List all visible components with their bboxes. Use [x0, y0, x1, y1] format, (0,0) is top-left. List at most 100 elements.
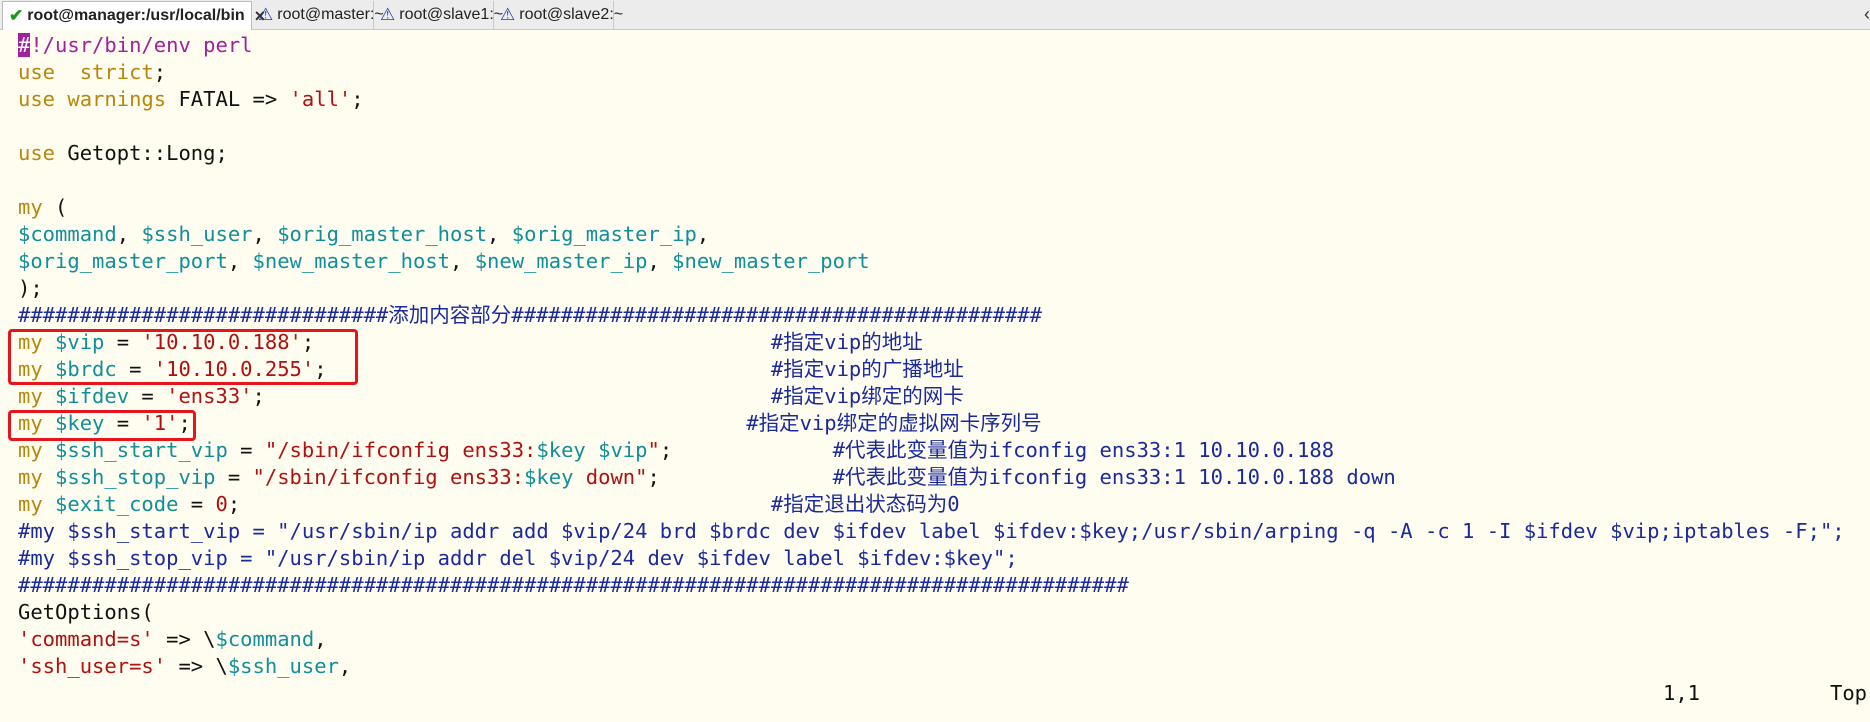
- code-line: #my $ssh_stop_vip = "/usr/sbin/ip addr d…: [18, 545, 1018, 572]
- code-token: );: [18, 276, 43, 300]
- code-token: => \: [153, 627, 216, 651]
- code-token: ,: [338, 654, 352, 678]
- code-line: GetOptions(: [18, 599, 154, 626]
- cursor-position: 1,1: [1663, 681, 1701, 705]
- code-token: => \: [166, 654, 228, 678]
- code-token: 绑定的网卡: [861, 384, 964, 408]
- tab-title: root@manager:/usr/local/bin: [27, 7, 245, 24]
- code-token: =: [129, 384, 167, 408]
- code-token: GetOptions(: [18, 600, 154, 624]
- code-token: $exit_code: [55, 492, 179, 516]
- code-token: my: [18, 195, 43, 219]
- code-token: $key: [536, 438, 586, 462]
- code-token: $ssh_user: [141, 222, 253, 246]
- code-token: $ssh_start_vip: [55, 438, 228, 462]
- code-token: 指定退出状态码为: [783, 492, 948, 516]
- code-token: #: [770, 330, 784, 354]
- code-token: use: [18, 141, 56, 165]
- code-line: my $ssh_stop_vip = "/sbin/ifconfig ens33…: [18, 464, 1396, 491]
- code-token: my: [18, 384, 43, 408]
- code-token: ,: [116, 222, 142, 246]
- code-token: ,: [450, 249, 475, 273]
- code-token: vip: [824, 357, 862, 381]
- code-token: ;: [227, 492, 241, 516]
- code-token: $new_master_port: [672, 249, 870, 273]
- code-line: $orig_master_port, $new_master_host, $ne…: [18, 248, 870, 275]
- code-line: use strict;: [18, 59, 166, 86]
- code-token: ": [647, 438, 660, 462]
- code-token: my: [18, 438, 43, 462]
- code-token: ,: [696, 222, 710, 246]
- tab-title: root@slave1:~: [399, 6, 504, 23]
- code-line: use warnings FATAL => 'all';: [18, 86, 364, 113]
- tab-master[interactable]: ⚠ root@master:~: [252, 1, 384, 29]
- code-token: =: [178, 492, 216, 516]
- tab-slave2[interactable]: ⚠ root@slave2:~: [494, 1, 623, 29]
- code-line: #my $ssh_start_vip = "/usr/sbin/ip addr …: [18, 518, 1845, 545]
- code-token: 绑定的虚拟网卡序列号: [836, 411, 1042, 435]
- code-token: vip: [799, 411, 837, 435]
- code-token: vip: [824, 330, 862, 354]
- code-token: strict: [79, 60, 154, 84]
- code-token: warnings: [55, 87, 167, 111]
- code-line: 'ssh_user=s' => \$ssh_user,: [18, 653, 351, 680]
- tab-title: root@slave2:~: [519, 6, 624, 23]
- code-token: 指定: [758, 411, 800, 435]
- code-token: ;: [252, 384, 265, 408]
- warning-icon: ⚠: [500, 5, 516, 24]
- code-token: Getopt::Long;: [55, 141, 228, 165]
- code-token: 'ssh_user=s': [18, 654, 167, 678]
- code-token: #my $ssh_start_vip = "/usr/sbin/ip addr …: [18, 519, 1845, 543]
- code-token: $orig_master_port: [18, 249, 228, 273]
- tab-scroll-arrow-icon[interactable]: ‹: [1864, 4, 1870, 25]
- code-token: ;: [659, 438, 673, 462]
- code-token: "/sbin/ifconfig ens33:: [264, 438, 537, 462]
- code-token: 指定: [783, 330, 825, 354]
- code-token: use: [18, 87, 56, 111]
- code-line: $command, $ssh_user, $orig_master_host, …: [18, 221, 709, 248]
- code-line: my $ssh_start_vip = "/sbin/ifconfig ens3…: [18, 437, 1334, 464]
- code-line: #!/usr/bin/env perl: [18, 32, 253, 59]
- code-token: #: [770, 492, 784, 516]
- code-token: 指定: [783, 357, 825, 381]
- text-cursor: #: [18, 33, 31, 57]
- code-line: );: [18, 275, 43, 302]
- code-token: ;: [647, 465, 660, 489]
- code-token: 0: [215, 492, 228, 516]
- code-token: ,: [227, 249, 253, 273]
- code-token: $ssh_user: [227, 654, 339, 678]
- code-token: ifconfig ens33:1 10.10.0.188: [988, 438, 1335, 462]
- code-token: $ssh_stop_vip: [55, 465, 216, 489]
- code-token: 0: [947, 492, 960, 516]
- code-token: ##############################: [18, 303, 389, 327]
- code-token: #: [832, 465, 845, 489]
- code-token: $orig_master_host: [277, 222, 488, 246]
- code-line: 'command=s' => \$command,: [18, 626, 327, 653]
- tab-slave1[interactable]: ⚠ root@slave1:~: [374, 1, 503, 29]
- highlight-box-vip-brdc: [8, 329, 358, 385]
- code-token: $ifdev: [55, 384, 130, 408]
- code-token: #: [770, 357, 784, 381]
- tab-title: root@master:~: [277, 6, 384, 23]
- code-token: ,: [314, 627, 327, 651]
- code-token: ;: [351, 87, 364, 111]
- code-token: ########################################…: [511, 303, 1042, 327]
- code-token: =: [227, 438, 265, 462]
- code-token: #: [770, 384, 784, 408]
- code-line: ########################################…: [18, 572, 1129, 599]
- tab-bar: ✔ root@manager:/usr/local/bin × ⚠ root@m…: [0, 0, 1870, 30]
- code-token: vip: [824, 384, 862, 408]
- tab-manager[interactable]: ✔ root@manager:/usr/local/bin ×: [2, 1, 265, 30]
- code-token: FATAL =>: [166, 87, 290, 111]
- code-line: use Getopt::Long;: [18, 140, 228, 167]
- code-token: ########################################…: [18, 573, 1129, 597]
- scroll-indicator: Top: [1830, 681, 1868, 705]
